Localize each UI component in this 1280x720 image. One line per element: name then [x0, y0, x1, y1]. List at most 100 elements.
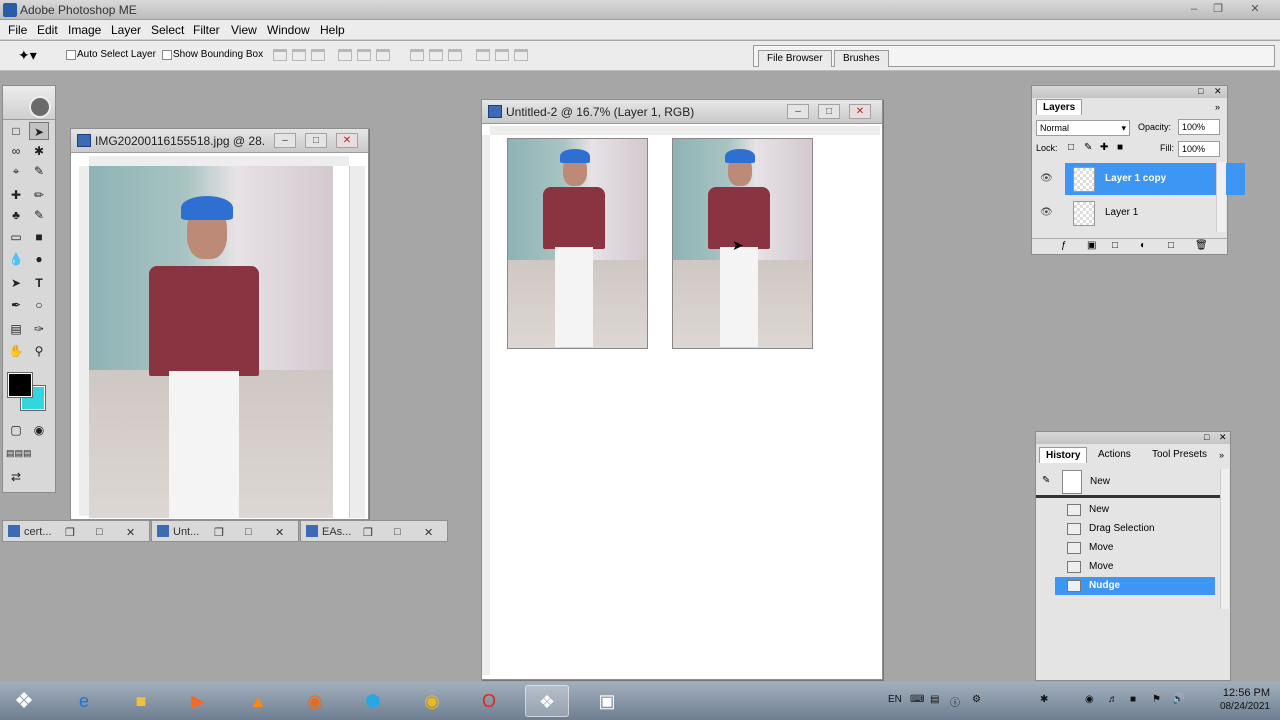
palette-menu-icon[interactable]: »: [1215, 102, 1220, 112]
lock-transparency-icon[interactable]: □: [1068, 142, 1074, 153]
eye-icon[interactable]: 👁: [1040, 207, 1053, 218]
tab-file-browser[interactable]: File Browser: [758, 50, 832, 67]
palette-close-icon[interactable]: ✕: [1219, 432, 1227, 443]
shield-app-icon[interactable]: ⬢: [351, 685, 395, 717]
chrome-icon[interactable]: ◉: [410, 685, 454, 717]
menu-select[interactable]: Select: [151, 23, 184, 37]
menu-view[interactable]: View: [231, 23, 257, 37]
doc1-maximize-icon[interactable]: □: [305, 133, 327, 148]
keyboard-icon[interactable]: ⌨: [910, 694, 924, 705]
healing-brush-icon[interactable]: ✚: [6, 186, 26, 204]
doc1-scrollbar[interactable]: [349, 166, 365, 518]
fill-field[interactable]: 100%: [1178, 141, 1220, 157]
restore-icon[interactable]: ❐: [65, 526, 75, 539]
quickmask-mode-icon[interactable]: ◉: [29, 421, 49, 439]
lock-all-icon[interactable]: ■: [1117, 142, 1123, 153]
tab-history[interactable]: History: [1039, 447, 1088, 463]
file-explorer-icon[interactable]: ■: [119, 685, 163, 717]
network-icon[interactable]: ■: [1130, 694, 1136, 705]
path-select-icon[interactable]: ➤: [6, 274, 26, 292]
vlc-icon[interactable]: ▲: [236, 685, 280, 717]
restore-icon[interactable]: ❐: [363, 526, 373, 539]
new-layer-icon[interactable]: □: [1168, 240, 1174, 251]
doc2-maximize-icon[interactable]: □: [818, 104, 840, 119]
restore-icon[interactable]: ❐: [1208, 2, 1228, 17]
history-brush-icon[interactable]: ✎: [29, 206, 49, 224]
minimized-doc-cert[interactable]: cert... ❐ □ ✕: [2, 520, 150, 542]
palette-menu-icon[interactable]: »: [1219, 450, 1224, 460]
maximize-icon[interactable]: □: [96, 526, 103, 538]
maximize-icon[interactable]: □: [245, 526, 252, 538]
distribute-left-icon[interactable]: [476, 49, 490, 61]
opacity-field[interactable]: 100%: [1178, 119, 1220, 135]
minimized-doc-eas[interactable]: EAs... ❐ □ ✕: [300, 520, 448, 542]
align-hcenter-icon[interactable]: [357, 49, 371, 61]
align-left-icon[interactable]: [338, 49, 352, 61]
history-snapshot-row[interactable]: ✎ New: [1036, 466, 1220, 498]
flag-icon[interactable]: ⚑: [1152, 694, 1161, 705]
layer-style-icon[interactable]: ƒ: [1061, 240, 1067, 251]
bluetooth-icon[interactable]: ✱: [1040, 694, 1048, 705]
shape-tool-icon[interactable]: ○: [29, 296, 49, 314]
speaker-icon[interactable]: 🔊: [1172, 694, 1184, 705]
menu-file[interactable]: File: [8, 23, 27, 37]
doc1-close-icon[interactable]: ✕: [336, 133, 358, 148]
firefox-icon[interactable]: ◉: [293, 685, 337, 717]
clone-stamp-icon[interactable]: ♣: [6, 206, 26, 224]
tray-icon[interactable]: ◉: [1085, 694, 1094, 705]
palette-minimize-icon[interactable]: □: [1198, 86, 1203, 96]
imageready-icon[interactable]: ⇄: [6, 468, 26, 486]
doc1-minimize-icon[interactable]: –: [274, 133, 296, 148]
layers-scrollbar[interactable]: [1216, 162, 1226, 232]
app-taskbar-icon[interactable]: ▣: [585, 685, 629, 717]
blur-tool-icon[interactable]: 💧: [6, 250, 26, 268]
photoshop-taskbar-icon[interactable]: ❖: [525, 685, 569, 717]
menu-help[interactable]: Help: [320, 23, 345, 37]
type-tool-icon[interactable]: T: [29, 274, 49, 292]
distribute-vcenter-icon[interactable]: [429, 49, 443, 61]
align-right-icon[interactable]: [376, 49, 390, 61]
zoom-tool-icon[interactable]: ⚲: [29, 342, 49, 360]
foreground-color-swatch[interactable]: [7, 372, 33, 398]
doc2-minimize-icon[interactable]: –: [787, 104, 809, 119]
move-tool-icon[interactable]: ➤: [29, 122, 49, 140]
language-indicator[interactable]: EN: [888, 694, 902, 705]
menu-filter[interactable]: Filter: [193, 23, 220, 37]
screen-mode-icon[interactable]: ▤▤▤: [6, 444, 32, 462]
maximize-icon[interactable]: □: [394, 526, 401, 538]
history-step[interactable]: Move: [1055, 539, 1215, 557]
align-vcenter-icon[interactable]: [292, 49, 306, 61]
close-icon[interactable]: ✕: [1245, 2, 1265, 17]
move-tool-icon[interactable]: ✦▾: [18, 47, 37, 64]
auto-select-checkbox[interactable]: [66, 50, 76, 60]
history-step[interactable]: Drag Selection: [1055, 520, 1215, 538]
taskbar-clock[interactable]: 12:56 PM 08/24/2021: [1190, 686, 1270, 714]
help-icon[interactable]: ⓘ: [950, 694, 960, 709]
distribute-right-icon[interactable]: [514, 49, 528, 61]
palette-minimize-icon[interactable]: □: [1204, 432, 1209, 442]
standard-mode-icon[interactable]: ▢: [6, 421, 26, 439]
gradient-tool-icon[interactable]: ■: [29, 228, 49, 246]
internet-explorer-icon[interactable]: e: [62, 685, 106, 717]
photoshop-logo-icon[interactable]: [29, 96, 51, 118]
magic-wand-icon[interactable]: ✱: [29, 142, 49, 160]
hand-tool-icon[interactable]: ✋: [6, 342, 26, 360]
history-step-selected[interactable]: Nudge: [1055, 577, 1215, 595]
show-bounding-box-checkbox[interactable]: [162, 50, 172, 60]
close-icon[interactable]: ✕: [424, 526, 433, 539]
close-icon[interactable]: ✕: [126, 526, 135, 539]
brush-tool-icon[interactable]: ✏: [29, 186, 49, 204]
eraser-tool-icon[interactable]: ▭: [6, 228, 26, 246]
close-icon[interactable]: ✕: [275, 526, 284, 539]
history-step[interactable]: New: [1055, 501, 1215, 519]
opera-icon[interactable]: O: [467, 685, 511, 717]
menu-window[interactable]: Window: [267, 23, 310, 37]
minimize-icon[interactable]: –: [1184, 2, 1204, 17]
distribute-bottom-icon[interactable]: [448, 49, 462, 61]
minimized-doc-untitled[interactable]: Unt... ❐ □ ✕: [151, 520, 299, 542]
palette-close-icon[interactable]: ✕: [1214, 86, 1222, 97]
trash-icon[interactable]: 🗑: [1195, 240, 1208, 251]
menu-image[interactable]: Image: [68, 23, 101, 37]
new-set-icon[interactable]: □: [1112, 240, 1118, 251]
eye-icon[interactable]: 👁: [1040, 173, 1053, 184]
